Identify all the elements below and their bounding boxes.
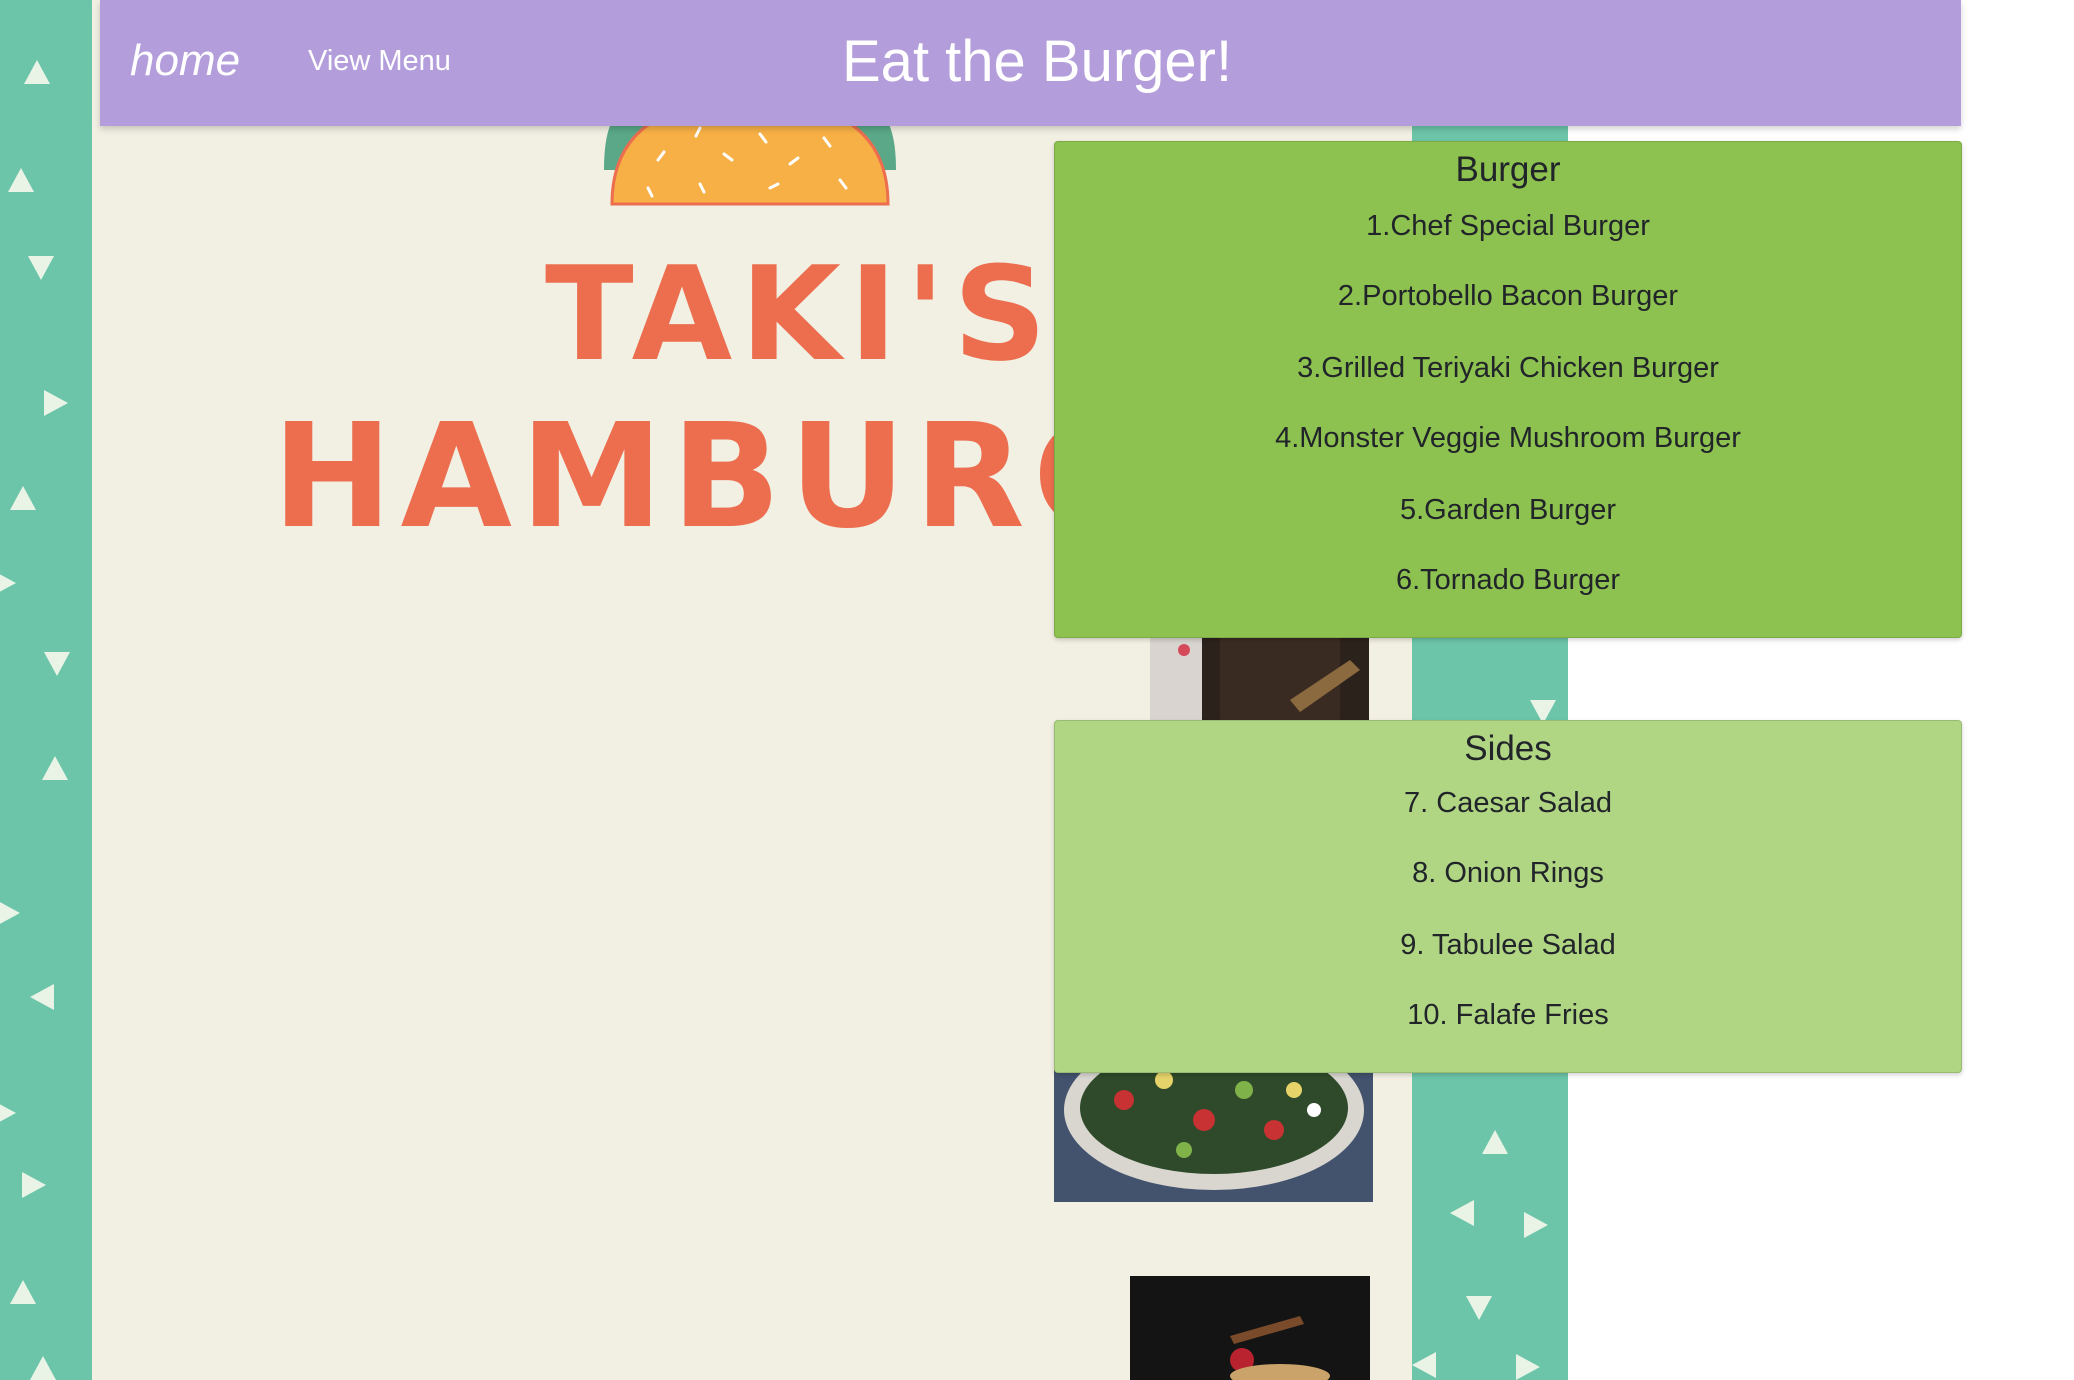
triangle-decoration — [1516, 1354, 1540, 1380]
triangle-decoration — [0, 570, 16, 596]
burger-card-title: Burger — [1455, 150, 1561, 189]
burger-menu-item[interactable]: 6.Tornado Burger — [1055, 564, 1961, 597]
triangle-decoration — [44, 390, 68, 416]
triangle-decoration — [28, 256, 54, 280]
sides-menu-card: Sides 7. Caesar Salad 8. Onion Rings 9. … — [1054, 720, 1962, 1073]
triangle-decoration — [1524, 1212, 1548, 1238]
triangle-decoration — [10, 486, 36, 510]
triangle-decoration — [1412, 1352, 1436, 1378]
sides-menu-item[interactable]: 10. Falafe Fries — [1055, 999, 1961, 1032]
triangle-decoration — [24, 60, 50, 84]
burger-menu-item[interactable]: 1.Chef Special Burger — [1055, 210, 1961, 243]
sides-menu-item[interactable]: 8. Onion Rings — [1055, 857, 1961, 890]
burger-menu-item[interactable]: 2.Portobello Bacon Burger — [1055, 280, 1961, 313]
triangle-decoration — [30, 984, 54, 1010]
dessert-photo — [1130, 1276, 1370, 1380]
triangle-decoration — [10, 1280, 36, 1304]
triangle-decoration — [1450, 1200, 1474, 1226]
top-navbar: home View Menu Eat the Burger! — [100, 0, 1961, 126]
view-menu-link[interactable]: View Menu — [308, 45, 451, 78]
logo-title-line1: TAKI'S — [545, 238, 1055, 390]
triangle-decoration — [22, 1172, 46, 1198]
sides-card-title: Sides — [1464, 729, 1552, 768]
page-title: Eat the Burger! — [842, 29, 1233, 94]
burger-menu-item[interactable]: 5.Garden Burger — [1055, 494, 1961, 527]
triangle-decoration — [0, 1100, 16, 1126]
triangle-decoration — [30, 1356, 56, 1380]
triangle-decoration — [1466, 1296, 1492, 1320]
left-pattern-strip — [0, 0, 92, 1380]
triangle-decoration — [42, 756, 68, 780]
sides-menu-item[interactable]: 9. Tabulee Salad — [1055, 929, 1961, 962]
burger-menu-card: Burger 1.Chef Special Burger 2.Portobell… — [1054, 141, 1962, 638]
triangle-decoration — [44, 652, 70, 676]
home-link[interactable]: home — [130, 36, 240, 86]
sides-menu-item[interactable]: 7. Caesar Salad — [1055, 787, 1961, 820]
triangle-decoration — [8, 168, 34, 192]
triangle-decoration — [0, 900, 20, 926]
burger-menu-item[interactable]: 3.Grilled Teriyaki Chicken Burger — [1055, 352, 1961, 385]
logo-title-line2: HAMBURG — [272, 392, 1160, 560]
triangle-decoration — [1482, 1130, 1508, 1154]
milkshake-photo — [1150, 630, 1369, 730]
burger-menu-item[interactable]: 4.Monster Veggie Mushroom Burger — [1055, 422, 1961, 455]
